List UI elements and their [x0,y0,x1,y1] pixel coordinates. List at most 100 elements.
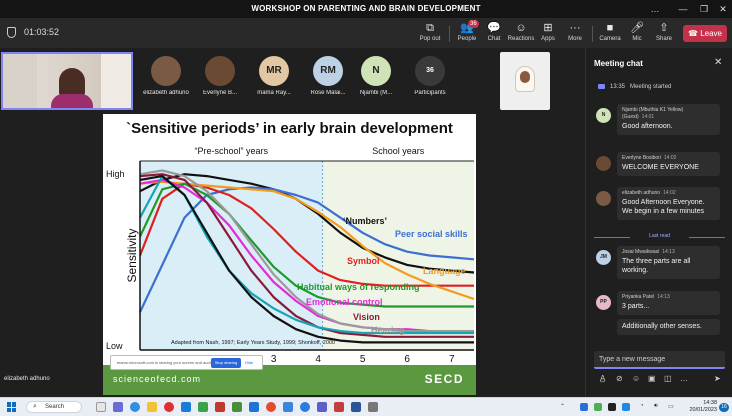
sharing-notice: teams.microsoft.com is sharing your scre… [117,360,214,365]
heart-app-icon[interactable] [164,402,174,412]
series-annotation: Emotional control [306,297,383,307]
pop-out-button[interactable]: ⧉ Pop out [415,22,445,46]
window-title: WORKSHOP ON PARENTING AND BRAIN DEVELOPM… [251,4,481,13]
message-bubble: Josai Mwaikwasi 14:13 The three parts are… [617,246,720,279]
mic-button[interactable]: 🎤︎ Mic [622,22,652,46]
sensitivity-chart: “Pre-school” yearsSchool years01234567Hi… [106,146,475,365]
participant-tile[interactable]: MR mama Ray... [250,56,298,96]
avatar [596,156,611,171]
title-bar: WORKSHOP ON PARENTING AND BRAIN DEVELOPM… [0,0,732,18]
sticker-icon[interactable]: ◫ [664,374,672,383]
x-tick-label: 5 [360,354,366,365]
teams-icon[interactable] [317,402,327,412]
app-icon[interactable] [334,402,344,412]
teams-chat-icon[interactable] [113,402,123,412]
reactions-button[interactable]: ☺ Reactions [506,22,536,46]
start-button-icon[interactable] [7,402,17,412]
file-explorer-icon[interactable] [147,402,157,412]
app-icon[interactable] [215,402,225,412]
compose-box[interactable] [594,351,725,369]
x-tick-label: 7 [449,354,455,365]
last-read-divider: Last read [594,233,725,241]
search-label: Search [45,404,65,410]
x-tick-label: 4 [315,354,321,365]
maximize-icon[interactable]: ❐ [697,2,711,16]
sender-name: elizabeth adhuno [622,190,661,196]
tray-overflow-icon[interactable]: ⌃ [560,403,565,410]
hide-sharing-bar-button[interactable]: Hide [245,360,253,365]
message-text: Additionally other senses. [622,323,702,330]
people-button[interactable]: 👥 36 People [452,20,482,46]
footer-website: scienceofecd.com [113,374,202,384]
chat-title: Meeting chat [594,59,643,68]
participant-name: Rose Malai... [310,90,346,96]
message-time: 14:02 [663,155,677,161]
notification-badge[interactable]: 16 [719,403,729,412]
app-icon[interactable] [232,402,242,412]
region-label: “Pre-school” years [195,146,269,156]
message-input[interactable] [599,354,719,365]
system-clock[interactable]: 14:38 20/01/2023 [683,400,717,414]
app-icon[interactable] [266,402,276,412]
tray-app-icon[interactable] [594,403,602,411]
participant-video-tile[interactable] [500,52,550,110]
leave-button[interactable]: ☎ Leave [683,25,727,42]
message-meta: Njambi (Mbuthia K1 Yellow) (Guest) 14:01 [622,107,715,121]
tray-app-icon[interactable] [622,403,630,411]
more-options-icon[interactable]: … [648,2,662,16]
attach-icon[interactable]: ⊘ [616,374,623,383]
participant-tile[interactable]: elizabeth adhuno [142,56,190,96]
event-time: 13:35 [610,84,626,91]
more-button[interactable]: ··· More [560,22,590,46]
task-view-icon[interactable] [96,402,106,412]
series-annotation: ‘Numbers’ [343,216,387,226]
participants-overflow-button[interactable]: 36 Participants [406,56,454,96]
video-camera-icon [598,84,605,89]
minimize-icon[interactable]: — [676,2,690,16]
taskbar-search[interactable]: ⌕ Search [26,401,82,413]
chrome-icon[interactable] [300,402,310,412]
avatar [151,56,181,86]
participant-tile[interactable]: N Njambi (M... [352,56,400,96]
close-chat-icon[interactable]: ✕ [714,57,722,68]
participant-tile[interactable]: Everlyne B... [196,56,244,96]
message-bubble: elizabeth adhuno 14:02 Good Afternoon Eve… [617,187,720,220]
battery-icon[interactable]: ▭ [668,403,674,410]
store-icon[interactable] [181,402,191,412]
more-compose-icon[interactable]: … [680,374,688,383]
share-icon: ⇧ [659,22,669,34]
app-icon[interactable] [249,402,259,412]
y-tick-label: High [106,169,125,179]
avatar: RM [313,56,343,86]
message-text: working. [622,267,649,274]
chat-button[interactable]: 💬 Chat [479,22,509,46]
share-button[interactable]: ⇧ Share [649,22,679,46]
word-icon[interactable] [351,402,361,412]
background-door [101,54,131,108]
mic-label: Mic [632,36,642,42]
app-icon[interactable] [283,402,293,412]
app-icon[interactable] [368,402,378,412]
self-video-tile[interactable] [1,52,133,110]
close-icon[interactable]: ✕ [716,2,730,16]
message-text: Good afternoon. [622,123,673,130]
participant-tile[interactable]: RM Rose Malai... [304,56,352,96]
edge-browser-icon[interactable] [130,402,140,412]
apps-button[interactable]: ⊞ Apps [533,22,563,46]
volume-icon[interactable]: 🔊︎ [654,403,658,410]
send-icon[interactable]: ➤ [714,374,721,383]
last-read-label: Last read [649,233,670,239]
tray-app-icon[interactable] [608,403,616,411]
format-icon[interactable]: A̲ [600,374,605,383]
camera-button[interactable]: ■ Camera [595,22,625,46]
wifi-icon[interactable]: ◔ [640,403,644,409]
app-icon[interactable] [198,402,208,412]
slide-title: `Sensitive periods’ in early brain devel… [126,120,453,137]
emoji-icon[interactable]: ☺ [632,374,640,383]
message-time: 14:13 [662,249,675,255]
gif-icon[interactable]: ▣ [648,374,656,383]
tray-app-icon[interactable] [580,403,588,411]
message-time: 14:02 [663,190,676,196]
stop-sharing-button[interactable]: Stop sharing [211,358,241,368]
series-annotation: Hearing [371,325,405,335]
